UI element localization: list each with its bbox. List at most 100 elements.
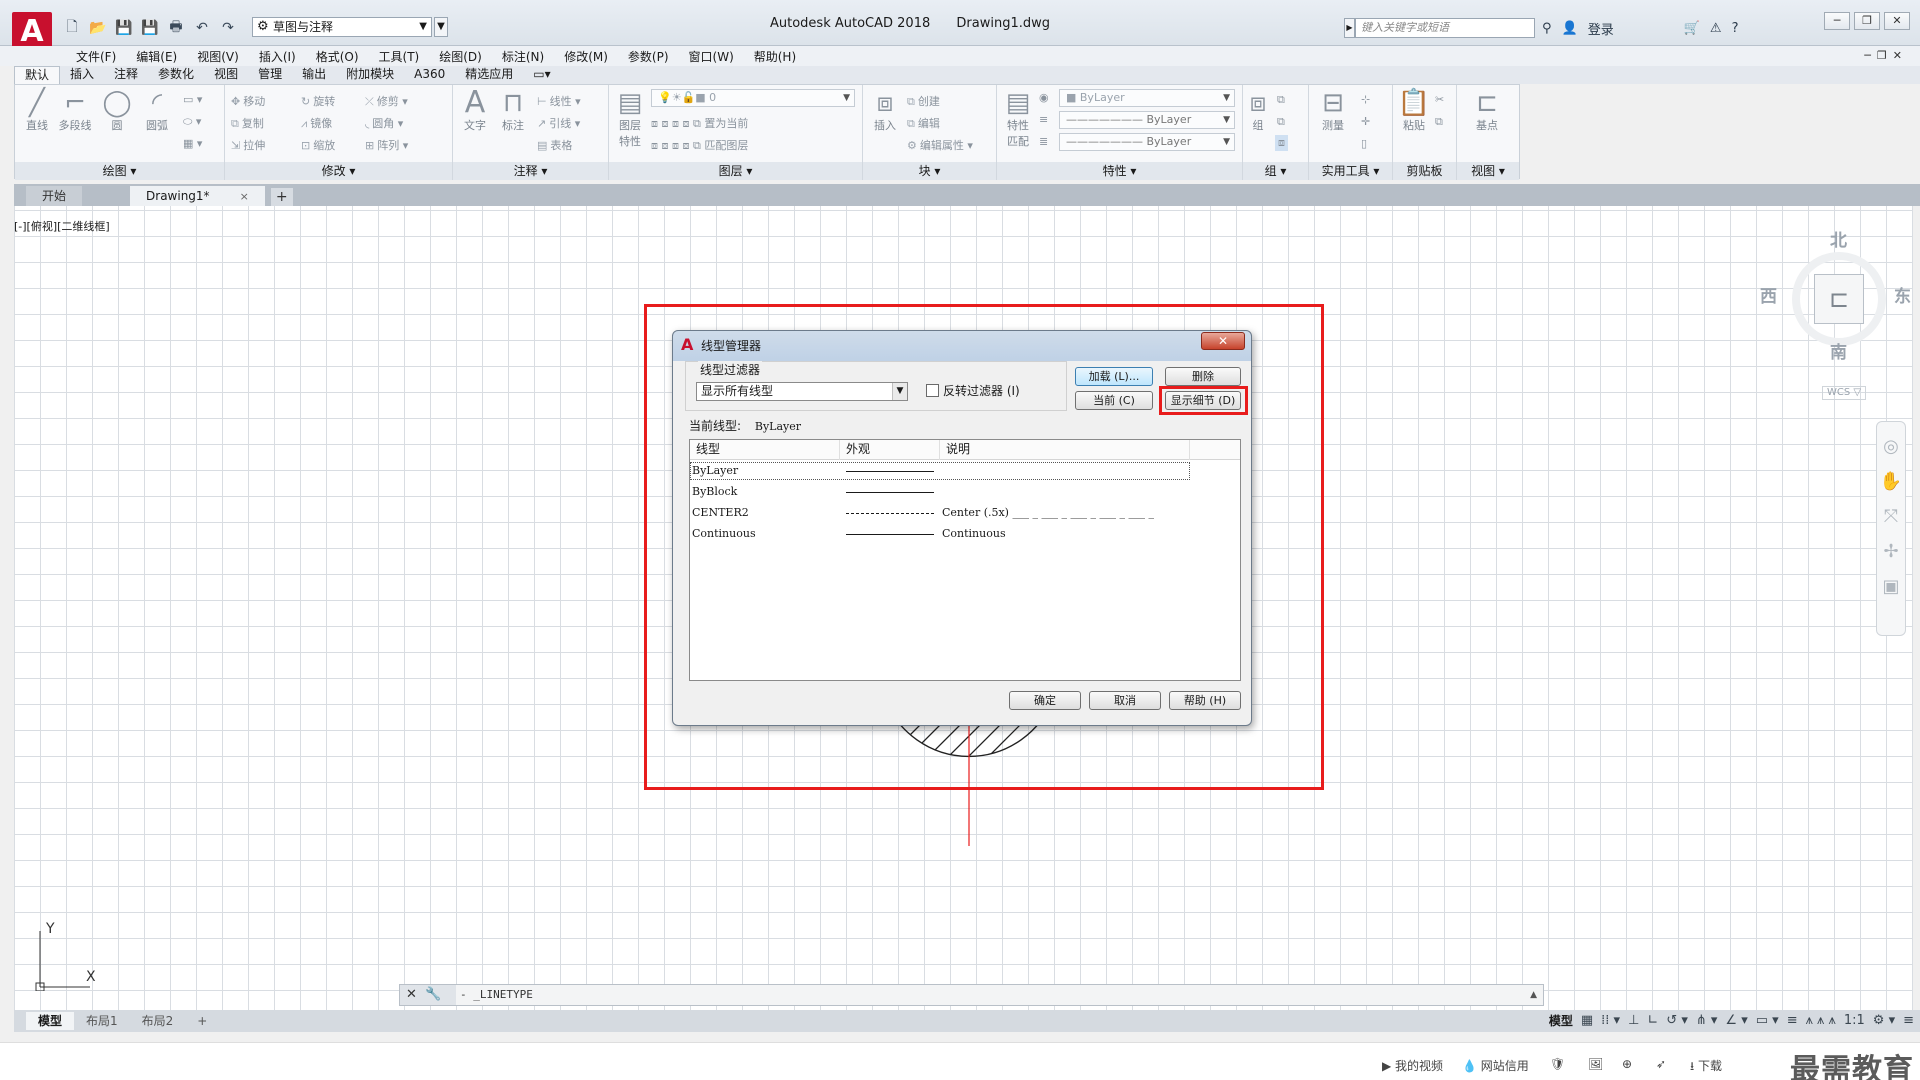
ortho-icon[interactable]: ∟ [1647, 1013, 1658, 1028]
linetype-select[interactable]: ——————— ByLayer ▼ [1059, 111, 1235, 129]
tab-home[interactable]: 默认 [14, 66, 61, 84]
group-edit-icon[interactable]: ⧉ [1277, 115, 1285, 129]
column-linetype[interactable]: 线型 [690, 440, 840, 460]
annotation-icon[interactable]: ⩚ ⩚ ⩚ [1806, 1013, 1836, 1028]
invert-filter-checkbox[interactable] [926, 384, 939, 397]
base-view-button[interactable]: ⊏ 基点 [1467, 89, 1507, 133]
table-row[interactable]: ByLayer [690, 462, 1240, 480]
ungroup-icon[interactable]: ⧉ [1277, 93, 1285, 107]
menu-tools[interactable]: 工具(T) [369, 48, 430, 65]
utility-icon-2[interactable]: ✛ [1361, 115, 1370, 128]
menu-draw[interactable]: 绘图(D) [429, 48, 492, 65]
compass-west[interactable]: 西 [1760, 282, 1777, 307]
compass-north[interactable]: 北 [1830, 226, 1847, 251]
cart-icon[interactable]: 🛒 [1684, 21, 1700, 36]
panel-view-title[interactable]: 视图 ▾ [1457, 162, 1519, 180]
tab-layout1[interactable]: 布局1 [74, 1012, 130, 1030]
lineweight-select[interactable]: ——————— ByLayer ▼ [1059, 133, 1235, 151]
edit-attribute-button[interactable]: ⚙ 编辑属性 ▾ [907, 137, 973, 153]
polyline-button[interactable]: ⌐ 多段线 [55, 89, 95, 133]
my-video-link[interactable]: ▶ 我的视频 [1382, 1057, 1443, 1074]
panel-utilities-title[interactable]: 实用工具 ▾ [1309, 162, 1392, 180]
rectangle-icon[interactable]: ▭ ▾ [183, 93, 202, 106]
layer-properties-button[interactable]: ▤ 图层特性 [613, 89, 647, 149]
help-icon[interactable]: ? [1732, 21, 1739, 36]
leader-button[interactable]: ↗ 引线 ▾ [537, 115, 580, 131]
credit-link[interactable]: 💧 网站信用 [1462, 1057, 1529, 1074]
tab-manage[interactable]: 管理 [248, 66, 292, 84]
match-properties-button[interactable]: ▤ 特性匹配 [1001, 89, 1035, 149]
load-button[interactable]: 加载 (L)... [1075, 367, 1153, 386]
compass-south[interactable]: 南 [1830, 338, 1847, 363]
menu-file[interactable]: 文件(F) [66, 48, 126, 65]
menu-window[interactable]: 窗口(W) [679, 48, 744, 65]
add-layout-button[interactable]: + [185, 1012, 219, 1030]
transparency-icon[interactable]: ≡ [1787, 1013, 1798, 1028]
osnap-icon[interactable]: ⋔ ▾ [1696, 1013, 1718, 1028]
stretch-button[interactable]: ⇲ 拉伸 [231, 137, 265, 153]
rotate-button[interactable]: ↻ 旋转 [301, 93, 335, 109]
showmotion-icon[interactable]: ▣ [1877, 576, 1905, 597]
menu-format[interactable]: 格式(O) [306, 48, 369, 65]
command-line[interactable]: ✕ 🔧 - _LINETYPE ▲ [399, 984, 1544, 1006]
wcs-menu[interactable]: WCS ▽ [1822, 386, 1866, 400]
move-button[interactable]: ✥ 移动 [231, 93, 265, 109]
user-icon[interactable]: 👤 [1562, 21, 1578, 36]
tab-featured-apps[interactable]: 精选应用 [455, 66, 523, 84]
invert-filter-label[interactable]: 反转过滤器 (I) [943, 382, 1020, 399]
panel-groups-title[interactable]: 组 ▾ [1243, 162, 1308, 180]
minimize-button[interactable]: ─ [1824, 12, 1850, 30]
help-button[interactable]: 帮助 (H) [1169, 691, 1241, 710]
tab-a360[interactable]: A360 [404, 66, 455, 84]
new-file-icon[interactable]: 🗋 [62, 19, 82, 37]
utility-icon-3[interactable]: ▯ [1361, 137, 1367, 150]
menu-view[interactable]: 视图(V) [187, 48, 249, 65]
group-selection-icon[interactable]: ⧈ [1275, 135, 1288, 151]
create-block-button[interactable]: ⧉ 创建 [907, 93, 940, 109]
linetype-list[interactable]: 线型 外观 说明 ByLayer ByBlock CENTER2 Center … [689, 439, 1241, 681]
viewcube[interactable]: 北 南 东 西 ⊏ WCS ▽ [1754, 226, 1913, 400]
cancel-button[interactable]: 取消 [1089, 691, 1161, 710]
pan-icon[interactable]: ✋ [1877, 471, 1905, 492]
tab-start[interactable]: 开始 [26, 186, 83, 206]
scale-button[interactable]: ⊡ 缩放 [301, 137, 335, 153]
current-button[interactable]: 当前 (C) [1075, 391, 1153, 410]
search-input[interactable]: 键入关键字或短语 [1355, 18, 1535, 38]
search-expand-button[interactable]: ▶ [1344, 18, 1355, 38]
steering-wheel-icon[interactable]: ◎ [1877, 436, 1905, 457]
tab-model[interactable]: 模型 [26, 1012, 75, 1030]
text-button[interactable]: A 文字 [457, 88, 493, 133]
save-as-icon[interactable]: 💾 [140, 19, 160, 37]
panel-draw-title[interactable]: 绘图 ▾ [15, 162, 224, 180]
ok-button[interactable]: 确定 [1009, 691, 1081, 710]
mirror-button[interactable]: ⩘ 镜像 [301, 115, 332, 131]
linear-button[interactable]: ⊢ 线性 ▾ [537, 93, 581, 109]
download-link[interactable]: ⭳ 下载 [1690, 1057, 1722, 1078]
boundary-icon[interactable]: ▦ ▾ [183, 137, 202, 150]
document-window-controls[interactable]: ─❐✕ [1864, 46, 1908, 66]
table-button[interactable]: ▤ 表格 [537, 137, 572, 153]
infer-icon[interactable]: ⊥ [1628, 1013, 1639, 1028]
undo-icon[interactable]: ↶ [192, 19, 212, 37]
tab-drawing1[interactable]: Drawing1* × [130, 186, 265, 206]
insert-block-button[interactable]: ⧈ 插入 [867, 89, 903, 133]
new-tab-button[interactable]: + [270, 188, 293, 206]
tab-view[interactable]: 视图 [204, 66, 248, 84]
tab-layout2[interactable]: 布局2 [130, 1012, 186, 1030]
chevron-up-icon[interactable]: ▲ [1530, 985, 1537, 1005]
globe-icon[interactable]: ⊕ [1622, 1057, 1632, 1071]
customize-icon[interactable]: ≡ [1903, 1013, 1914, 1028]
measure-button[interactable]: ⊟ 测量 [1313, 89, 1353, 133]
dimension-button[interactable]: ⊓ 标注 [495, 89, 531, 133]
orbit-icon[interactable]: ✢ [1877, 541, 1905, 562]
menu-modify[interactable]: 修改(M) [554, 48, 618, 65]
panel-clipboard-title[interactable]: 剪贴板 [1393, 162, 1456, 180]
binoculars-icon[interactable]: ⚲ [1542, 21, 1552, 36]
tab-parametric[interactable]: 参数化 [148, 66, 204, 84]
arc-button[interactable]: ◜ 圆弧 [139, 89, 175, 133]
zoom-extents-icon[interactable]: ⤧ [1877, 506, 1905, 527]
utility-icon-1[interactable]: ⊹ [1361, 93, 1370, 106]
tab-output[interactable]: 输出 [292, 66, 336, 84]
paste-button[interactable]: 📋 粘贴 [1397, 89, 1431, 133]
delete-button[interactable]: 删除 [1165, 367, 1241, 386]
